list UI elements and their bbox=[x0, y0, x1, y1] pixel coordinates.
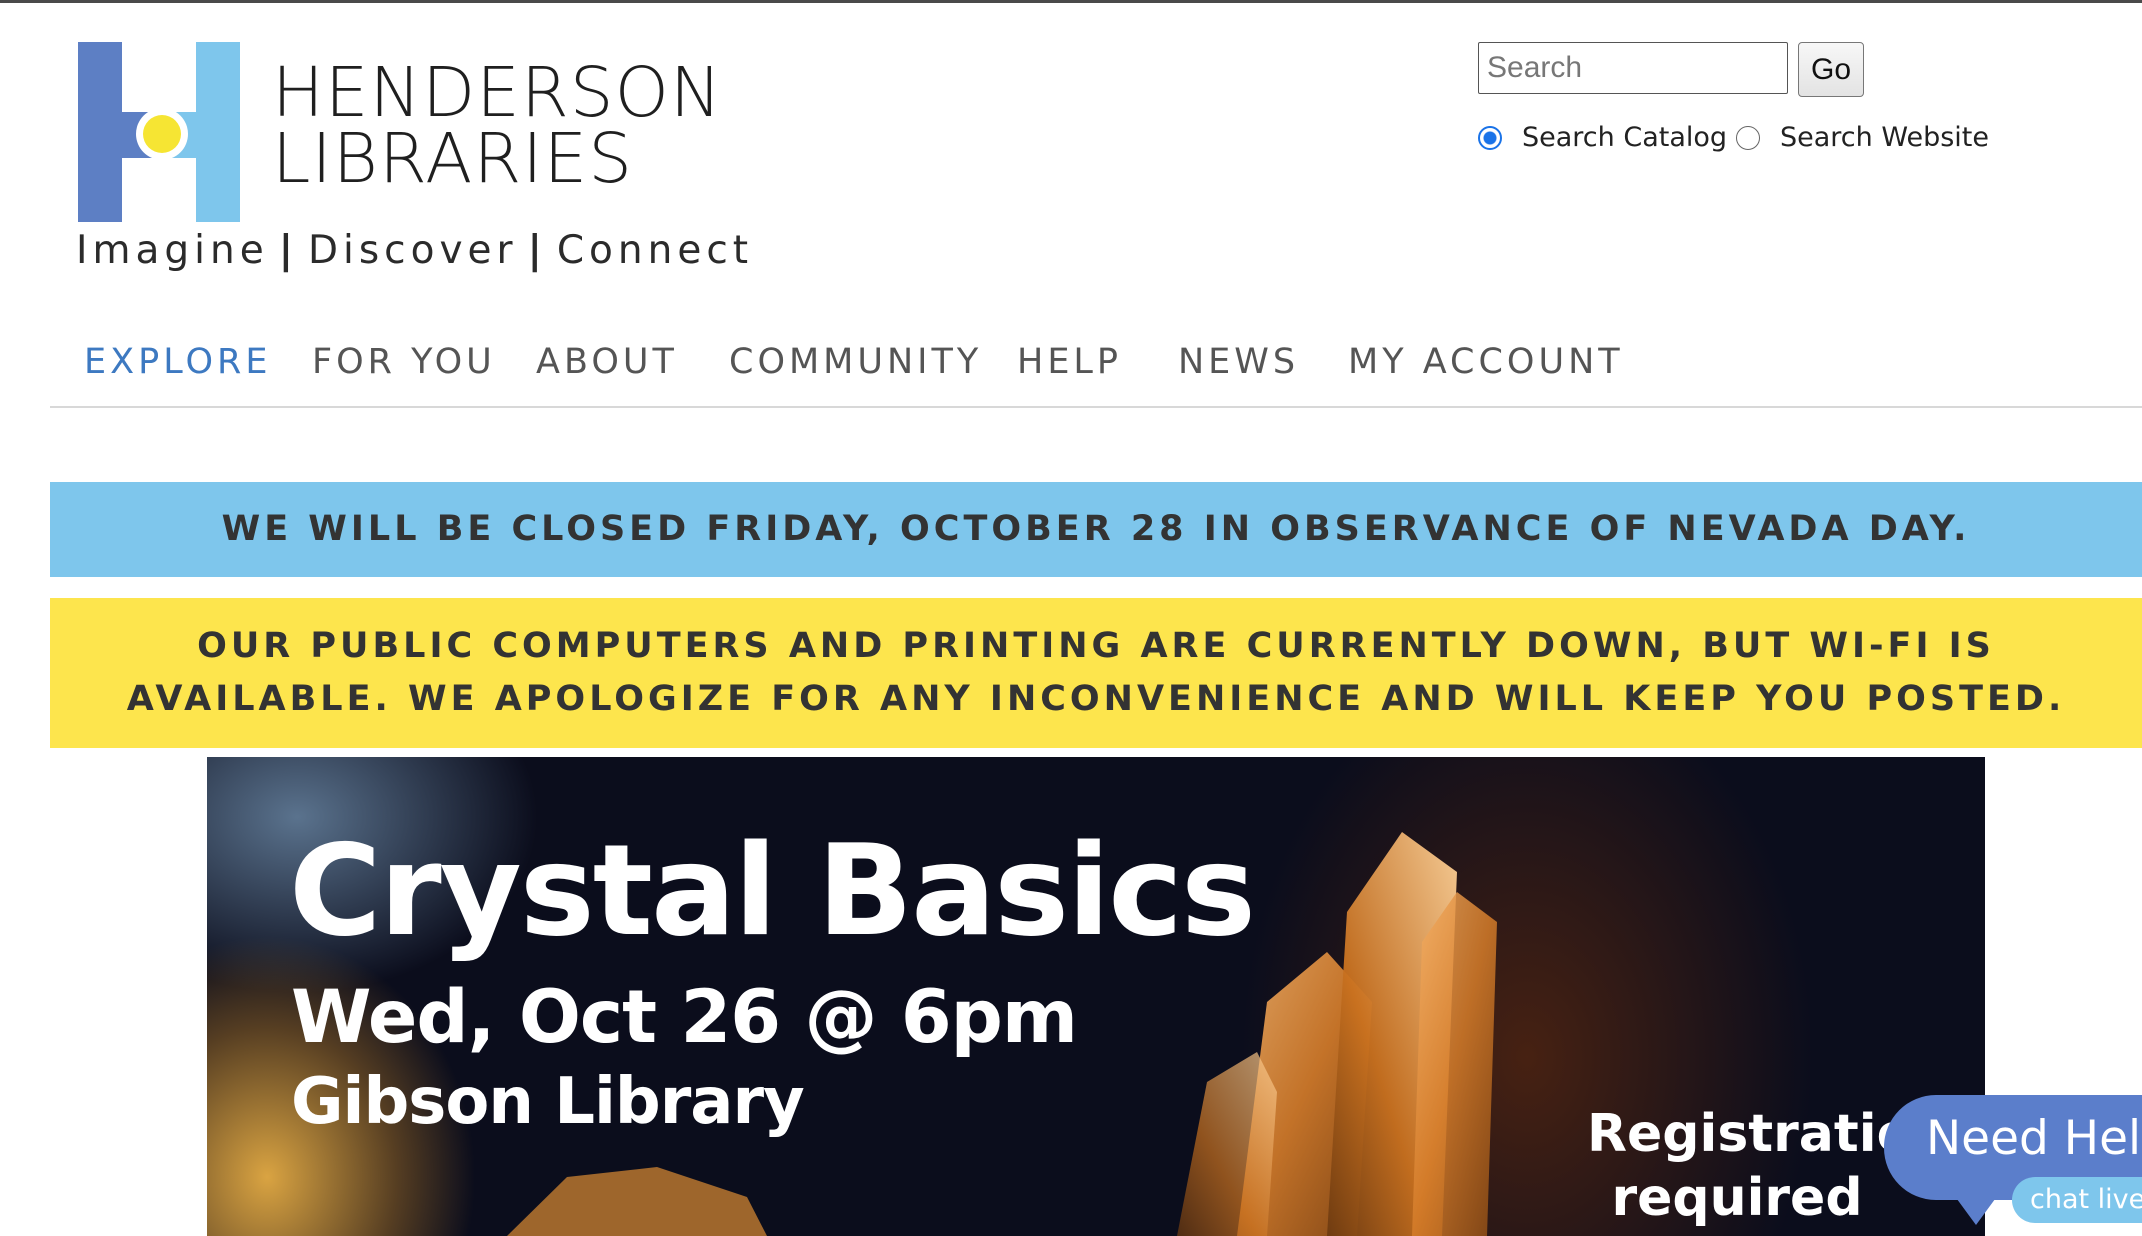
tagline-connect: Connect bbox=[556, 228, 754, 273]
top-border bbox=[0, 0, 2142, 3]
event-location: Gibson Library bbox=[291, 1065, 805, 1139]
event-date: Wed, Oct 26 @ 6pm bbox=[291, 975, 1078, 1060]
tagline-imagine: Imagine bbox=[76, 228, 269, 273]
search-website-label: Search Website bbox=[1780, 122, 1989, 153]
live-chat-widget[interactable]: Need Help chat live now bbox=[1884, 1095, 2142, 1236]
search-website-option[interactable]: Search Website bbox=[1736, 122, 1989, 153]
chat-subtitle: chat live now bbox=[2012, 1177, 2142, 1223]
registration-note-line2: required bbox=[1611, 1168, 1863, 1228]
nav-for-you[interactable]: FOR YOU bbox=[312, 342, 496, 382]
search-catalog-label: Search Catalog bbox=[1522, 122, 1728, 153]
chat-title: Need Help bbox=[1926, 1111, 2142, 1166]
main-nav: EXPLORE FOR YOU ABOUT COMMUNITY HELP NEW… bbox=[50, 332, 2142, 408]
search-catalog-radio[interactable] bbox=[1478, 125, 1502, 150]
nav-news[interactable]: NEWS bbox=[1178, 342, 1299, 382]
tagline-discover: Discover bbox=[307, 228, 518, 273]
henderson-h-logo-icon bbox=[78, 42, 240, 222]
nav-help[interactable]: HELP bbox=[1017, 342, 1122, 382]
search-website-radio[interactable] bbox=[1736, 125, 1760, 150]
small-crystal-image bbox=[507, 1167, 767, 1236]
computers-alert-banner: OUR PUBLIC COMPUTERS AND PRINTING ARE CU… bbox=[50, 598, 2142, 748]
library-name: HENDERSON LIBRARIES bbox=[272, 53, 723, 199]
library-name-line1: HENDERSON bbox=[272, 53, 723, 133]
registration-note: Registration required bbox=[1587, 1102, 1950, 1230]
search-go-button[interactable]: Go bbox=[1798, 42, 1864, 97]
nav-about[interactable]: ABOUT bbox=[536, 342, 678, 382]
event-hero-slide[interactable]: Crystal Basics Wed, Oct 26 @ 6pm Gibson … bbox=[207, 757, 1985, 1236]
search-input[interactable] bbox=[1478, 42, 1788, 94]
closure-alert-banner: WE WILL BE CLOSED FRIDAY, OCTOBER 28 IN … bbox=[50, 482, 2142, 577]
chat-bubble-tail bbox=[1954, 1195, 1998, 1225]
tagline-separator: | bbox=[527, 228, 547, 273]
nav-my-account[interactable]: MY ACCOUNT bbox=[1348, 342, 1624, 382]
tagline-separator: | bbox=[278, 228, 298, 273]
registration-note-line1: Registration bbox=[1587, 1104, 1950, 1164]
computers-alert-text: OUR PUBLIC COMPUTERS AND PRINTING ARE CU… bbox=[126, 626, 2066, 719]
nav-community[interactable]: COMMUNITY bbox=[729, 342, 982, 382]
library-name-line2: LIBRARIES bbox=[272, 119, 634, 199]
nav-explore[interactable]: EXPLORE bbox=[84, 342, 271, 382]
event-title: Crystal Basics bbox=[289, 817, 1256, 964]
search-catalog-option[interactable]: Search Catalog bbox=[1478, 122, 1727, 153]
closure-alert-text: WE WILL BE CLOSED FRIDAY, OCTOBER 28 IN … bbox=[221, 509, 1971, 549]
tagline: Imagine | Discover | Connect bbox=[76, 228, 753, 273]
